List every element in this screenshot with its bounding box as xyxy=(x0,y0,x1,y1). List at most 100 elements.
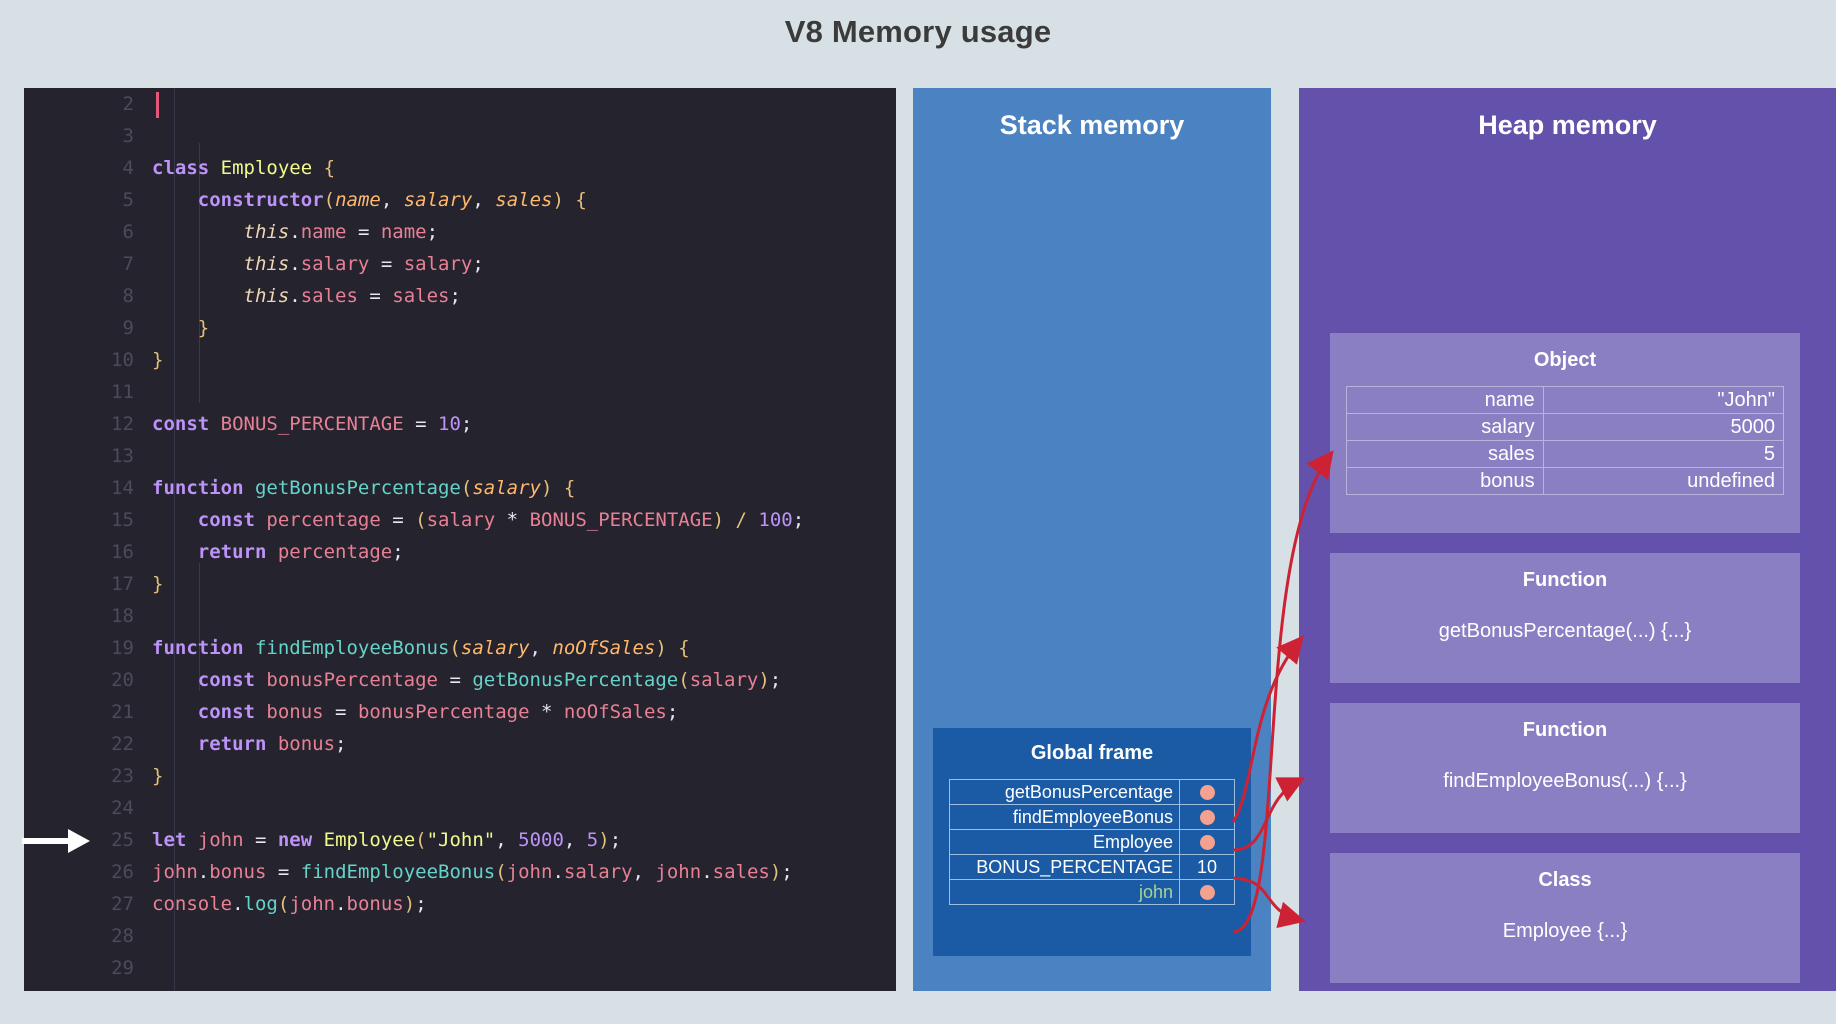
code-line[interactable]: 13 xyxy=(24,440,896,472)
global-frame-row: BONUS_PERCENTAGE 10 xyxy=(949,854,1235,880)
code-line[interactable]: 8 this.sales = sales; xyxy=(24,280,896,312)
property-key: sales xyxy=(1346,440,1544,468)
line-number: 17 xyxy=(111,573,134,595)
code-line[interactable]: 12 const BONUS_PERCENTAGE = 10; xyxy=(24,408,896,440)
heap-card-body: getBonusPercentage(...) {...} xyxy=(1438,620,1692,642)
global-frame-row: john xyxy=(949,879,1235,905)
heap-card-object: Object name "John" salary 5000 sales 5 bonus un… xyxy=(1330,333,1800,533)
global-frame-row: findEmployeeBonus xyxy=(949,804,1235,830)
line-number: 3 xyxy=(122,125,134,147)
code-line[interactable]: 2 xyxy=(24,88,896,120)
line-text: return bonus; xyxy=(197,733,347,755)
pointer-dot-icon xyxy=(1179,804,1235,830)
line-number: 4 xyxy=(122,157,134,179)
variable-name: john xyxy=(949,879,1180,905)
line-number: 8 xyxy=(122,285,134,307)
code-line[interactable]: 4 class Employee { xyxy=(24,152,896,184)
line-text: const BONUS_PERCENTAGE = 10; xyxy=(152,413,473,435)
code-line[interactable]: 3 xyxy=(24,120,896,152)
code-lines: 2 3 4 class Employee {5 constructor(name, s… xyxy=(24,88,896,991)
line-text: this.name = name; xyxy=(243,221,439,243)
object-properties-table: name "John" salary 5000 sales 5 bonus undefined xyxy=(1346,386,1785,495)
line-number: 22 xyxy=(111,733,134,755)
line-number: 27 xyxy=(111,893,134,915)
heap-card-kind: Class xyxy=(1538,869,1592,891)
line-text: john.bonus = findEmployeeBonus(john.sala… xyxy=(152,861,793,883)
global-frame-row: Employee xyxy=(949,829,1235,855)
code-line[interactable]: 22 return bonus; xyxy=(24,728,896,760)
code-line[interactable]: 19 function findEmployeeBonus(salary, noO… xyxy=(24,632,896,664)
code-editor[interactable]: 2 3 4 class Employee {5 constructor(name, s… xyxy=(24,88,896,991)
line-text: console.log(john.bonus); xyxy=(152,893,427,915)
object-property-row: name "John" xyxy=(1346,386,1785,414)
code-line[interactable]: 23} xyxy=(24,760,896,792)
line-number: 12 xyxy=(111,413,134,435)
stack-memory-panel: Stack memory Global frame getBonusPercen… xyxy=(913,88,1271,991)
code-line[interactable]: 6 this.name = name; xyxy=(24,216,896,248)
global-frame-row: getBonusPercentage xyxy=(949,779,1235,805)
execution-pointer-icon xyxy=(22,829,90,853)
variable-name: getBonusPercentage xyxy=(949,779,1180,805)
heap-card-kind: Object xyxy=(1533,349,1597,371)
line-number: 16 xyxy=(111,541,134,563)
code-line[interactable]: 7 this.salary = salary; xyxy=(24,248,896,280)
text-cursor xyxy=(156,92,159,118)
code-line[interactable]: 29 xyxy=(24,952,896,984)
line-text: } xyxy=(152,765,164,787)
line-number: 23 xyxy=(111,765,134,787)
line-number: 30 xyxy=(24,984,134,991)
line-number: 5 xyxy=(122,189,134,211)
object-property-row: salary 5000 xyxy=(1346,413,1785,441)
code-line[interactable]: 14 function getBonusPercentage(salary) { xyxy=(24,472,896,504)
code-line[interactable]: 21 const bonus = bonusPercentage * noOfS… xyxy=(24,696,896,728)
global-frame-table: getBonusPercentage findEmployeeBonus Emplo… xyxy=(949,779,1235,905)
property-value: "John" xyxy=(1542,386,1785,414)
line-number: 21 xyxy=(111,701,134,723)
code-line[interactable]: 17} xyxy=(24,568,896,600)
code-line[interactable]: 28 xyxy=(24,920,896,952)
line-number: 2 xyxy=(122,93,134,115)
line-text: class Employee { xyxy=(152,157,336,179)
code-line[interactable]: 18 xyxy=(24,600,896,632)
code-line[interactable]: 26 john.bonus = findEmployeeBonus(john.sa… xyxy=(24,856,896,888)
code-line[interactable]: 9 } xyxy=(24,312,896,344)
code-line[interactable]: 24 xyxy=(24,792,896,824)
heap-memory-title: Heap memory xyxy=(1478,110,1657,140)
code-line[interactable]: 30 xyxy=(24,984,896,991)
heap-card-body: Employee {...} xyxy=(1502,920,1628,942)
code-line[interactable]: 15 const percentage = (salary * BONUS_PE… xyxy=(24,504,896,536)
line-text: const percentage = (salary * BONUS_PERCE… xyxy=(197,509,805,531)
property-key: name xyxy=(1346,386,1544,414)
code-line[interactable]: 11 xyxy=(24,376,896,408)
pointer-dot-icon xyxy=(1179,779,1235,805)
pointer-dot-icon xyxy=(1199,885,1215,901)
line-number: 13 xyxy=(111,445,134,467)
variable-name: BONUS_PERCENTAGE xyxy=(949,854,1180,880)
object-property-row: bonus undefined xyxy=(1346,467,1785,495)
heap-memory-panel: Heap memory Object name "John" salary 5000 s… xyxy=(1299,88,1836,991)
line-text: this.sales = sales; xyxy=(243,285,461,307)
variable-name: findEmployeeBonus xyxy=(949,804,1180,830)
heap-card-class-employee: Class Employee {...} xyxy=(1330,853,1800,983)
code-line[interactable]: 16 return percentage; xyxy=(24,536,896,568)
code-line[interactable]: 5 constructor(name, salary, sales) { xyxy=(24,184,896,216)
code-line[interactable]: 10} xyxy=(24,344,896,376)
line-number: 18 xyxy=(111,605,134,627)
code-line[interactable]: 27 console.log(john.bonus); xyxy=(24,888,896,920)
property-value: 5000 xyxy=(1542,413,1785,441)
code-line[interactable]: 20 const bonusPercentage = getBonusPerce… xyxy=(24,664,896,696)
line-number: 19 xyxy=(111,637,134,659)
line-text: return percentage; xyxy=(197,541,404,563)
heap-card-kind: Function xyxy=(1522,569,1608,591)
heap-card-kind: Function xyxy=(1522,719,1608,741)
line-number: 11 xyxy=(111,381,134,403)
property-key: salary xyxy=(1346,413,1544,441)
line-number: 15 xyxy=(111,509,134,531)
pointer-dot-icon xyxy=(1179,829,1235,855)
line-number: 10 xyxy=(111,349,134,371)
heap-card-body: findEmployeeBonus(...) {...} xyxy=(1443,770,1687,792)
line-number: 20 xyxy=(111,669,134,691)
variable-name: Employee xyxy=(949,829,1180,855)
code-line[interactable]: 25 let john = new Employee("John", 5000, … xyxy=(24,824,896,856)
line-number: 14 xyxy=(111,477,134,499)
